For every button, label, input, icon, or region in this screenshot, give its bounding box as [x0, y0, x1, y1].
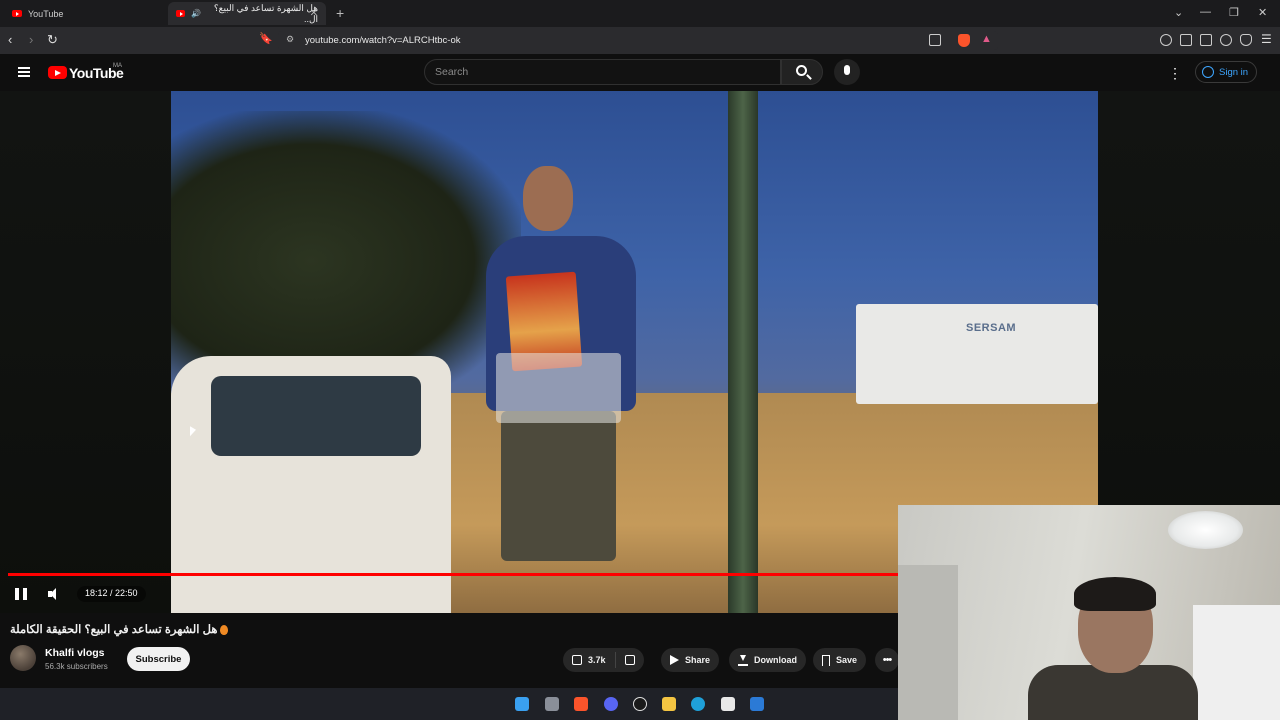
- save-icon: [822, 654, 830, 666]
- youtube-play-icon: [48, 66, 67, 79]
- vpn-shield-icon[interactable]: [1240, 34, 1252, 46]
- scene-box: [496, 353, 621, 423]
- share-icon: [670, 655, 679, 665]
- like-dislike-group: 3.7k: [563, 648, 644, 672]
- obs-icon[interactable]: [633, 697, 647, 711]
- player-side-left: [0, 91, 171, 613]
- close-window-button[interactable]: ✕: [1258, 6, 1267, 19]
- youtube-favicon-icon: [12, 10, 22, 17]
- browser-toolbar: ‹ › ↻ 🔖 ⚙ youtube.com/watch?v=ALRCHtbc-o…: [0, 27, 1280, 54]
- os-taskbar: [0, 688, 898, 720]
- extensions-icon[interactable]: [1220, 34, 1232, 46]
- tab-list-chevron-icon[interactable]: ⌄: [1174, 6, 1183, 19]
- more-actions-button[interactable]: •••: [875, 648, 899, 672]
- webcam-person-hair: [1074, 577, 1156, 611]
- save-button[interactable]: Save: [813, 648, 867, 672]
- scene-pole: [728, 91, 758, 613]
- microphone-icon: [844, 65, 850, 75]
- voice-search-button[interactable]: [834, 59, 860, 85]
- store-icon[interactable]: [721, 697, 735, 711]
- webcam-person-body: [1028, 665, 1198, 720]
- progress-played: [8, 573, 898, 576]
- settings-more-icon[interactable]: ⋮: [1168, 65, 1182, 82]
- back-icon[interactable]: ‹: [8, 32, 12, 47]
- forward-icon[interactable]: ›: [29, 32, 33, 47]
- truck-sign: SERSAM: [966, 322, 1017, 334]
- webcam-overlay: [898, 505, 1280, 720]
- channel-name[interactable]: Khalfi vlogs: [45, 647, 105, 659]
- close-tab-icon[interactable]: ✕: [310, 8, 318, 19]
- download-label: Download: [754, 655, 797, 665]
- browser-tab-bar: YouTube 🔊 هل الشهرة تساعد في البيع؟ ال..…: [0, 0, 1280, 27]
- guide-menu-icon[interactable]: [18, 67, 30, 77]
- edge-icon[interactable]: [691, 697, 705, 711]
- youtube-header: YouTube MA Search ⋮ Sign in: [0, 54, 1280, 91]
- pause-button[interactable]: [15, 588, 27, 600]
- media-icon[interactable]: [1160, 34, 1172, 46]
- download-icon: [738, 654, 748, 666]
- sign-in-label: Sign in: [1219, 66, 1249, 78]
- share-button[interactable]: Share: [661, 648, 720, 672]
- discord-icon[interactable]: [604, 697, 618, 711]
- scene-truck: SERSAM: [856, 304, 1098, 404]
- tab-label: YouTube: [28, 8, 64, 19]
- webcam-shelf: [1193, 605, 1280, 720]
- search-button[interactable]: [781, 59, 823, 85]
- channel-avatar[interactable]: [10, 645, 36, 671]
- scene-person-head: [523, 166, 573, 231]
- task-view-icon[interactable]: [545, 697, 559, 711]
- account-icon: [1202, 66, 1214, 78]
- like-count[interactable]: 3.7k: [588, 655, 606, 665]
- new-tab-button[interactable]: +: [336, 5, 344, 21]
- wallet-icon[interactable]: [1200, 34, 1212, 46]
- webcam-ceiling-lamp: [1168, 511, 1243, 549]
- country-code: MA: [113, 63, 122, 69]
- sign-in-button[interactable]: Sign in: [1195, 61, 1257, 83]
- search-placeholder: Search: [435, 66, 469, 78]
- site-info-icon[interactable]: ⚙: [286, 34, 294, 45]
- sidebar-icon[interactable]: [1180, 34, 1192, 46]
- file-explorer-icon[interactable]: [662, 697, 676, 711]
- brave-icon[interactable]: [574, 697, 588, 711]
- brave-shields-icon[interactable]: [958, 34, 970, 47]
- tab-label: هل الشهرة تساعد في البيع؟ ال..: [213, 2, 318, 24]
- search-icon: [796, 65, 807, 76]
- download-button[interactable]: Download: [729, 648, 806, 672]
- cast-icon[interactable]: [929, 34, 941, 46]
- video-title-text: هل الشهرة تساعد في البيع؟ الحقيقة الكامل…: [10, 624, 218, 636]
- like-divider: [614, 652, 616, 668]
- volume-button[interactable]: [48, 588, 62, 600]
- webcam-door: [898, 565, 958, 720]
- brave-rewards-icon[interactable]: ▲: [981, 33, 992, 45]
- save-label: Save: [836, 655, 858, 665]
- like-icon[interactable]: [572, 655, 582, 665]
- subscribe-button[interactable]: Subscribe: [127, 647, 190, 671]
- tab-video[interactable]: 🔊 هل الشهرة تساعد في البيع؟ ال.. ✕: [168, 2, 326, 25]
- tab-youtube[interactable]: YouTube: [4, 2, 164, 25]
- restore-button[interactable]: ❐: [1229, 6, 1239, 19]
- video-title: هل الشهرة تساعد في البيع؟ الحقيقة الكامل…: [10, 622, 890, 636]
- dislike-icon[interactable]: [624, 655, 635, 665]
- car-window: [211, 376, 421, 456]
- menu-icon[interactable]: ☰: [1261, 32, 1272, 46]
- bookmark-icon[interactable]: 🔖: [259, 32, 273, 45]
- url-text: youtube.com/watch?v=ALRCHtbc-ok: [305, 35, 461, 46]
- start-icon[interactable]: [515, 697, 529, 711]
- speaker-icon: 🔊: [191, 9, 202, 18]
- reload-icon[interactable]: ↻: [47, 32, 58, 48]
- scene-person-legs: [501, 411, 616, 561]
- minimize-button[interactable]: —: [1200, 6, 1211, 18]
- share-label: Share: [685, 655, 711, 665]
- youtube-favicon-icon: [176, 10, 186, 17]
- search-input[interactable]: Search: [424, 59, 781, 85]
- fire-icon: [220, 624, 229, 635]
- address-bar[interactable]: ⚙ youtube.com/watch?v=ALRCHtbc-ok: [278, 31, 998, 50]
- time-display: 18:12 / 22:50: [77, 586, 146, 602]
- mail-icon[interactable]: [750, 697, 764, 711]
- subscriber-count: 56.3k subscribers: [45, 662, 108, 671]
